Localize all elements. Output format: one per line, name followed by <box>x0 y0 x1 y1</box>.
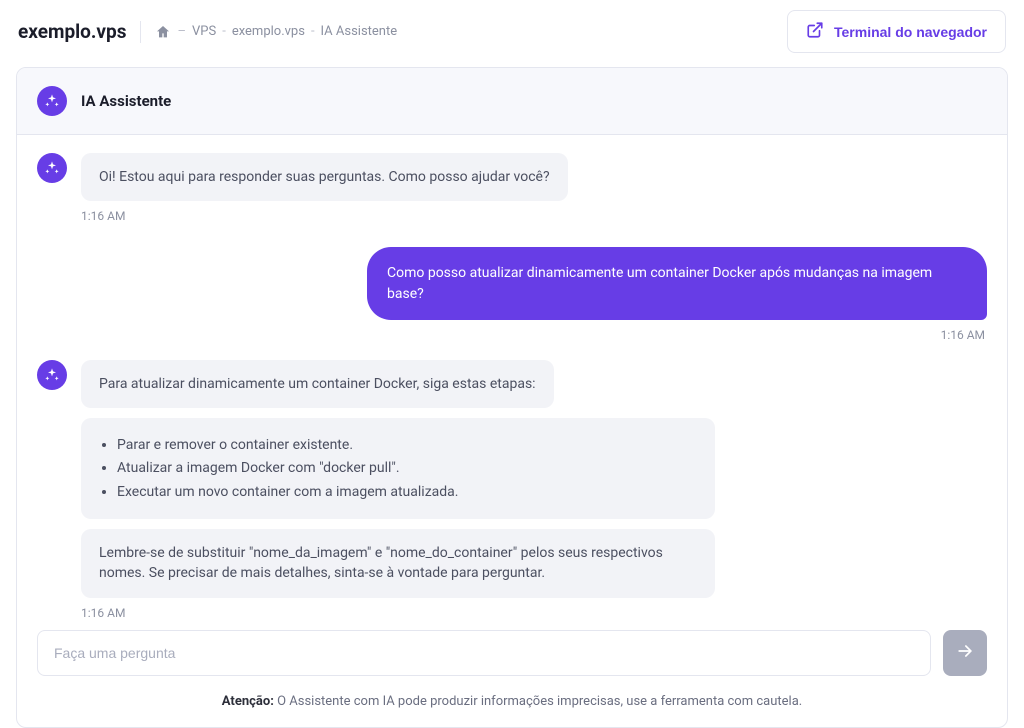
input-row <box>17 624 1007 684</box>
disclaimer-text: O Assistente com IA pode produzir inform… <box>274 694 802 709</box>
divider <box>140 21 141 43</box>
step-item: Executar um novo container com a imagem … <box>117 482 697 502</box>
message-row-user: Como posso atualizar dinamicamente um co… <box>37 247 987 342</box>
disclaimer: Atenção: O Assistente com IA pode produz… <box>17 684 1007 727</box>
step-item: Parar e remover o container existente. <box>117 435 697 455</box>
top-bar: exemplo.vps – VPS - exemplo.vps - IA Ass… <box>0 0 1024 59</box>
step-item: Atualizar a imagem Docker com "docker pu… <box>117 458 697 478</box>
chat-area: Oi! Estou aqui para responder suas pergu… <box>17 135 1007 624</box>
message-row-bot: Para atualizar dinamicamente um containe… <box>37 360 987 620</box>
host-label: exemplo.vps <box>18 20 126 43</box>
send-button[interactable] <box>943 630 987 676</box>
bot-message-text: Oi! Estou aqui para responder suas pergu… <box>81 153 568 201</box>
breadcrumb-sep: - <box>311 24 315 39</box>
browser-terminal-label: Terminal do navegador <box>834 24 987 40</box>
breadcrumb-item-host[interactable]: exemplo.vps <box>232 24 305 39</box>
card-title: IA Assistente <box>81 92 171 110</box>
sparkle-icon <box>37 153 67 183</box>
breadcrumb: – VPS - exemplo.vps - IA Assistente <box>155 24 397 40</box>
breadcrumb-item-vps[interactable]: VPS <box>192 24 216 39</box>
breadcrumb-sep: – <box>177 24 186 39</box>
breadcrumb-sep: - <box>222 24 226 39</box>
top-bar-left: exemplo.vps – VPS - exemplo.vps - IA Ass… <box>18 20 397 43</box>
browser-terminal-button[interactable]: Terminal do navegador <box>787 10 1006 53</box>
breadcrumb-item-current: IA Assistente <box>321 24 398 39</box>
send-icon <box>955 641 975 664</box>
sparkle-icon <box>37 86 67 116</box>
card-header: IA Assistente <box>17 68 1007 135</box>
message-timestamp: 1:16 AM <box>81 209 987 223</box>
bot-message-text: Lembre-se de substituir "nome_da_imagem"… <box>81 529 715 598</box>
bot-message-text: Para atualizar dinamicamente um containe… <box>81 360 554 408</box>
user-message-text: Como posso atualizar dinamicamente um co… <box>367 247 987 320</box>
bot-avatar <box>37 153 67 223</box>
message-row-bot: Oi! Estou aqui para responder suas pergu… <box>37 153 987 223</box>
external-link-icon <box>806 21 824 42</box>
question-input[interactable] <box>37 630 931 676</box>
sparkle-icon <box>37 360 67 390</box>
assistant-card: IA Assistente Oi! Estou aqui para respon… <box>16 67 1008 728</box>
home-icon[interactable] <box>155 24 171 40</box>
bot-message-steps: Parar e remover o container existente. A… <box>81 418 715 519</box>
message-timestamp: 1:16 AM <box>81 606 987 620</box>
disclaimer-bold: Atenção: <box>222 694 274 709</box>
bot-avatar <box>37 360 67 620</box>
message-timestamp: 1:16 AM <box>941 328 985 342</box>
